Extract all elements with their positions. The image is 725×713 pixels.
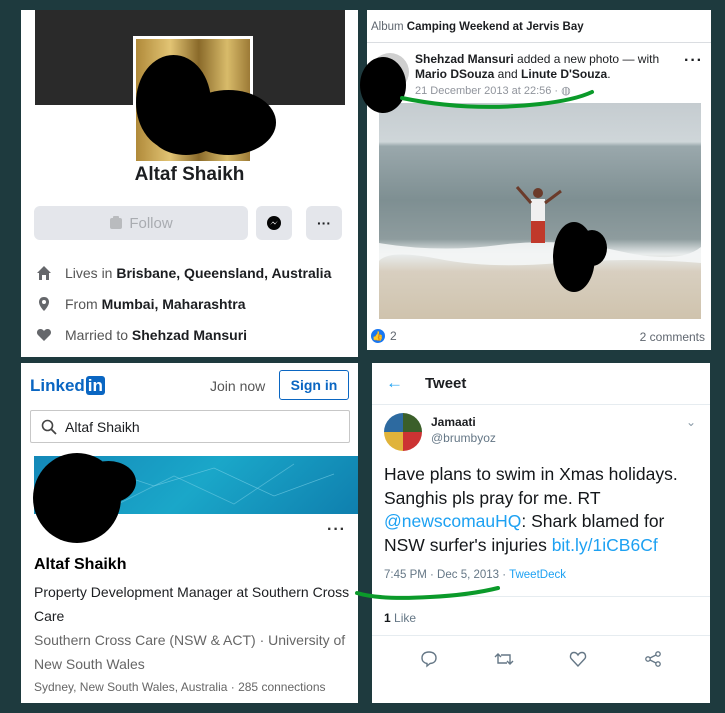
back-arrow-icon[interactable]: ← — [386, 373, 403, 393]
tagged-link[interactable]: Linute D'Souza — [521, 67, 607, 81]
post-photo[interactable] — [379, 103, 701, 319]
messenger-button[interactable] — [256, 206, 292, 240]
profile-headline: Property Development Manager at Southern… — [34, 584, 350, 624]
home-icon — [35, 264, 53, 282]
heart-icon[interactable] — [567, 648, 589, 670]
profile-name: Altaf Shaikh — [34, 556, 127, 573]
user-handle[interactable]: @brumbyoz — [431, 431, 496, 445]
mention-link[interactable]: @newscomauHQ — [384, 511, 521, 531]
search-value: Altaf Shaikh — [65, 418, 140, 435]
redaction-mark — [577, 230, 607, 266]
album-title: Album Camping Weekend at Jervis Bay — [371, 21, 584, 33]
facebook-post-panel: Album Camping Weekend at Jervis Bay Sheh… — [367, 10, 711, 350]
more-options-button[interactable]: ··· — [306, 206, 342, 240]
detail-value[interactable]: Brisbane, Queensland, Australia — [116, 265, 331, 281]
post-timestamp[interactable]: 21 December 2013 at 22:56 · ◍ — [415, 84, 571, 97]
add-friend-icon — [109, 216, 123, 230]
tagged-link[interactable]: Mario DSouza — [415, 67, 494, 81]
more-icon: ··· — [317, 215, 331, 231]
linkedin-logo[interactable]: Linked in — [30, 376, 105, 396]
like-count[interactable]: 1 Like — [384, 611, 416, 625]
author-avatar[interactable] — [371, 53, 409, 91]
search-icon — [41, 419, 57, 435]
divider — [367, 42, 711, 43]
linkedin-panel: Linked in Join now Sign in Altaf Shaikh ·… — [21, 363, 358, 703]
share-icon[interactable] — [642, 648, 664, 670]
divider — [372, 635, 710, 636]
divider — [372, 596, 710, 597]
redaction-mark — [81, 461, 136, 503]
join-now-link[interactable]: Join now — [210, 378, 265, 394]
detail-value[interactable]: Mumbai, Maharashtra — [102, 296, 246, 312]
globe-icon: ◍ — [561, 85, 571, 97]
reaction-count[interactable]: 👍 2 — [371, 329, 397, 343]
sign-in-button[interactable]: Sign in — [279, 370, 349, 400]
comments-link[interactable]: 2 comments — [640, 330, 705, 344]
detail-lives-in: Lives in Brisbane, Queensland, Australia — [35, 264, 331, 282]
profile-location: Sydney, New South Wales, Australia · 285… — [34, 680, 326, 694]
reply-icon[interactable] — [418, 648, 440, 670]
profile-education: Southern Cross Care (NSW & ACT) · Univer… — [34, 632, 346, 672]
profile-more-icon[interactable]: ··· — [327, 521, 346, 539]
divider — [372, 404, 710, 405]
detail-from: From Mumbai, Maharashtra — [35, 295, 246, 313]
tweet-panel: ← Tweet Jamaati @brumbyoz ⌄ Have plans t… — [372, 363, 710, 703]
messenger-icon — [266, 215, 282, 231]
search-input[interactable]: Altaf Shaikh — [30, 410, 350, 443]
profile-name: Altaf Shaikh — [134, 164, 245, 185]
post-more-icon[interactable]: ··· — [684, 52, 703, 70]
tweet-actions — [372, 648, 710, 670]
source-link[interactable]: TweetDeck — [509, 569, 566, 581]
display-name[interactable]: Jamaati — [431, 415, 476, 429]
album-link[interactable]: Camping Weekend at Jervis Bay — [407, 21, 584, 33]
heart-icon — [35, 326, 53, 344]
chevron-down-icon[interactable]: ⌄ — [686, 415, 696, 429]
follow-label: Follow — [129, 214, 173, 232]
avatar[interactable] — [384, 413, 422, 451]
author-link[interactable]: Shehzad Mansuri — [415, 52, 514, 66]
retweet-icon[interactable] — [493, 648, 515, 670]
location-pin-icon — [35, 295, 53, 313]
page-title: Tweet — [425, 375, 467, 392]
detail-married-to: Married to Shehzad Mansuri — [35, 326, 247, 344]
detail-value[interactable]: Shehzad Mansuri — [132, 327, 247, 343]
tweet-timestamp: 7:45 PM · Dec 5, 2013 · TweetDeck — [384, 569, 566, 581]
follow-button[interactable]: Follow — [34, 206, 248, 240]
url-link[interactable]: bit.ly/1iCB6Cf — [552, 535, 658, 555]
facebook-profile-panel: Altaf Shaikh Follow ··· Lives in Brisban… — [21, 10, 358, 357]
tweet-text: Have plans to swim in Xmas holidays. San… — [384, 464, 678, 555]
redaction-mark — [151, 110, 221, 155]
like-icon: 👍 — [371, 329, 385, 343]
post-headline: Shehzad Mansuri added a new photo — with… — [415, 52, 660, 81]
